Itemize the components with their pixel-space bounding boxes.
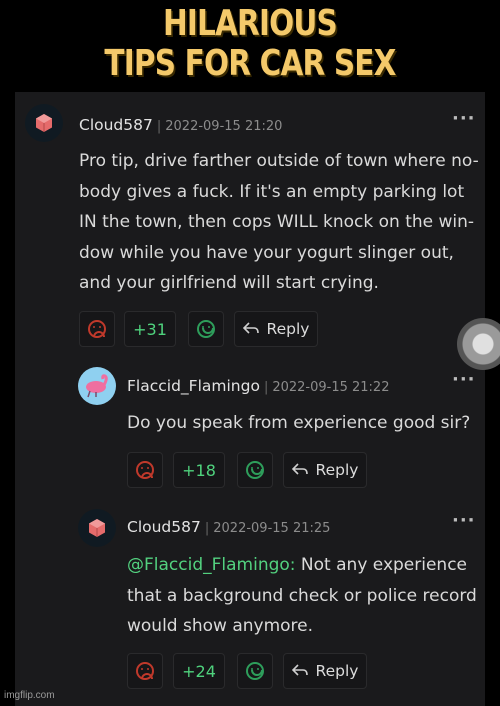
username[interactable]: Cloud587 (79, 116, 153, 134)
upvote-button[interactable] (188, 311, 224, 347)
comment-line: @Flaccid_Flamingo: Not any experience (127, 550, 477, 581)
avatar[interactable] (25, 104, 63, 142)
watermark: imgflip.com (4, 690, 55, 701)
timestamp: 2022-09-15 21:22 (272, 380, 390, 395)
flamingo-icon (86, 374, 108, 398)
avatar[interactable] (78, 509, 116, 547)
comment-body: Pro tip, drive farther outside of town w… (79, 146, 479, 299)
comment-line: IN the town, then cops WILL knock on the… (79, 212, 475, 232)
more-options-icon[interactable]: ··· (452, 512, 476, 530)
frown-icon (136, 461, 154, 479)
comment-line: Do you speak from experience good sir? (127, 413, 471, 433)
frown-icon (136, 662, 154, 680)
score-badge: +31 (124, 311, 176, 347)
frown-icon (88, 320, 106, 338)
reply-arrow-icon (242, 322, 259, 334)
comment-meta: Cloud587 | 2022-09-15 21:25 (127, 518, 330, 536)
banner-line-2: TIPS FOR CAR SEX (104, 43, 396, 84)
username[interactable]: Cloud587 (127, 518, 201, 536)
smile-icon (197, 320, 215, 338)
reply-label: Reply (315, 461, 359, 479)
smile-icon (246, 461, 264, 479)
reply-button[interactable]: Reply (283, 653, 367, 689)
downvote-button[interactable] (79, 311, 115, 347)
reply-arrow-icon (291, 664, 308, 676)
downvote-button[interactable] (127, 452, 163, 488)
floating-scroll-button[interactable] (457, 318, 500, 370)
comment-line: would show anymore. (127, 616, 314, 636)
meta-separator: | (156, 119, 162, 134)
comment-meta: Flaccid_Flamingo | 2022-09-15 21:22 (127, 377, 389, 395)
comment-meta: Cloud587 | 2022-09-15 21:20 (79, 116, 282, 134)
meme-banner: HILARIOUS TIPS FOR CAR SEX (0, 0, 500, 92)
timestamp: 2022-09-15 21:25 (213, 521, 331, 536)
more-options-icon[interactable]: ··· (452, 371, 476, 389)
upvote-button[interactable] (237, 653, 273, 689)
smile-icon (246, 662, 264, 680)
banner-line-1: HILARIOUS (162, 3, 338, 44)
meta-separator: | (204, 521, 210, 536)
comment-text: Not any experience (295, 555, 468, 575)
reply-button[interactable]: Reply (283, 452, 367, 488)
comment-line: Pro tip, drive farther outside of town w… (79, 151, 479, 171)
username[interactable]: Flaccid_Flamingo (127, 377, 260, 395)
comment-body: Do you speak from experience good sir? (127, 408, 470, 439)
timestamp: 2022-09-15 21:20 (165, 119, 283, 134)
comment-line: that a background check or police record (127, 585, 477, 606)
comment-line: dow while you have your yogurt slinger o… (79, 242, 454, 263)
comment-body: @Flaccid_Flamingo: Not any experience th… (127, 550, 477, 642)
avatar[interactable] (78, 367, 116, 405)
upvote-button[interactable] (237, 452, 273, 488)
user-mention[interactable]: @Flaccid_Flamingo: (127, 555, 296, 575)
more-options-icon[interactable]: ··· (452, 110, 476, 128)
reply-arrow-icon (291, 463, 308, 475)
meta-separator: | (263, 380, 269, 395)
cube-icon (89, 519, 105, 537)
score-badge: +24 (173, 653, 225, 689)
comment-line: and your girlfriend will start crying. (79, 273, 379, 293)
reply-button[interactable]: Reply (234, 311, 318, 347)
reply-label: Reply (266, 320, 310, 338)
comment-line: body gives a fuck. If it's an empty park… (79, 181, 465, 202)
cube-icon (36, 114, 52, 132)
reply-label: Reply (315, 662, 359, 680)
score-badge: +18 (173, 452, 225, 488)
downvote-button[interactable] (127, 653, 163, 689)
